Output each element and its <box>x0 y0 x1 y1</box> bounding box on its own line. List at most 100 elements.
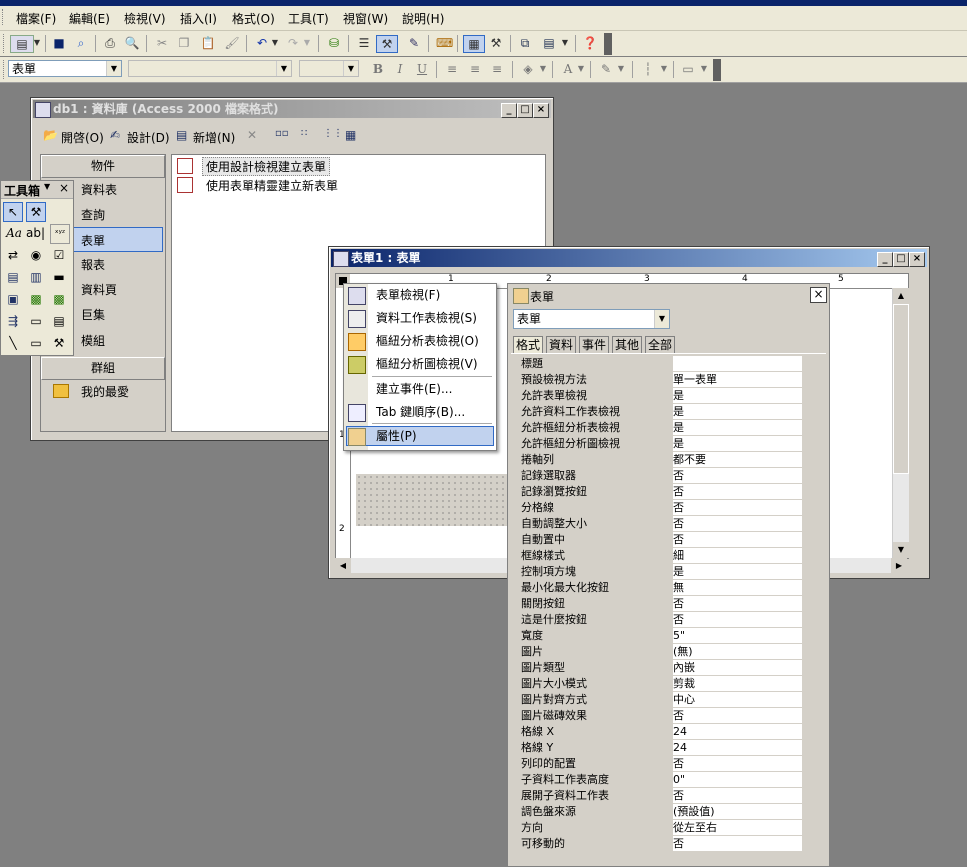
toolbox-toggle-icon[interactable]: ⚒ <box>376 35 398 53</box>
property-row[interactable]: 方向 從左至右 <box>511 820 802 836</box>
page-break-icon[interactable]: ⇶ <box>4 312 22 330</box>
property-value[interactable]: 是 <box>673 564 802 580</box>
property-sheet-titlebar[interactable]: 表單 × <box>510 286 827 304</box>
copy-icon[interactable]: ❐ <box>176 35 192 51</box>
property-value[interactable]: 否 <box>673 500 802 516</box>
property-value[interactable]: 無 <box>673 580 802 596</box>
property-value[interactable]: 0" <box>673 772 802 788</box>
new-object-dropdown-icon[interactable]: ▼ <box>561 35 569 51</box>
scroll-thumb[interactable] <box>893 304 909 474</box>
image-icon[interactable]: ▣ <box>4 290 22 308</box>
property-value[interactable]: (預設值) <box>673 804 802 820</box>
objects-header[interactable]: 物件 <box>41 155 165 178</box>
menu-item-form-view[interactable]: 表單檢視(F) <box>376 285 440 305</box>
align-right-icon[interactable]: ≡ <box>489 61 505 77</box>
database-window-icon[interactable]: ⧉ <box>517 35 533 51</box>
list-item[interactable]: 使用設計檢視建立表單 <box>202 157 331 176</box>
property-row[interactable]: 自動置中 否 <box>511 532 802 548</box>
maximize-button[interactable]: □ <box>517 103 533 118</box>
properties-list-icon[interactable]: ☰ <box>356 35 372 51</box>
property-row[interactable]: 寬度 5" <box>511 628 802 644</box>
italic-button[interactable]: I <box>392 61 408 77</box>
select-objects-icon[interactable]: ↖ <box>3 202 23 222</box>
property-row[interactable]: 圖片 (無) <box>511 644 802 660</box>
scroll-right-icon[interactable]: ▶ <box>891 558 907 573</box>
menu-window[interactable]: 視窗(W) <box>343 10 388 27</box>
property-value[interactable]: 是 <box>673 436 802 452</box>
fill-color-dropdown-icon[interactable]: ▼ <box>539 61 547 77</box>
toggle-button-icon[interactable]: ⇄ <box>4 246 22 264</box>
label-tool-icon[interactable]: Aa <box>5 224 23 242</box>
property-value[interactable]: 否 <box>673 612 802 628</box>
delete-icon[interactable]: ✕ <box>247 128 257 142</box>
form-window-titlebar[interactable]: 表單1 : 表單 _ □ × <box>331 249 927 267</box>
property-row[interactable]: 關閉按鈕 否 <box>511 596 802 612</box>
property-value[interactable]: 否 <box>673 484 802 500</box>
property-row[interactable]: 調色盤來源 (預設值) <box>511 804 802 820</box>
database-window-titlebar[interactable]: db1 : 資料庫 (Access 2000 檔案格式) _ □ × <box>33 100 551 118</box>
property-value[interactable]: 5" <box>673 628 802 644</box>
align-center-icon[interactable]: ≡ <box>467 61 483 77</box>
menu-format[interactable]: 格式(O) <box>232 10 275 27</box>
chevron-down-icon[interactable]: ▼ <box>276 61 291 76</box>
special-effect-icon[interactable]: ▭ <box>680 61 696 77</box>
chevron-down-icon[interactable]: ▼ <box>44 182 50 191</box>
code-icon[interactable]: ⌨ <box>436 35 453 51</box>
redo-icon[interactable]: ↷ <box>285 35 301 51</box>
property-row[interactable]: 捲軸列 都不要 <box>511 452 802 468</box>
property-row[interactable]: 可移動的 否 <box>511 836 802 852</box>
new-button[interactable]: 新增(N) <box>193 129 235 146</box>
groups-item-favorites[interactable]: 我的最愛 <box>81 383 129 400</box>
property-value[interactable] <box>673 356 802 372</box>
scroll-down-icon[interactable]: ▼ <box>893 542 909 558</box>
subform-icon[interactable]: ▤ <box>50 312 68 330</box>
close-button[interactable]: × <box>810 287 827 303</box>
property-value[interactable]: 是 <box>673 404 802 420</box>
details-icon[interactable]: ▦ <box>345 128 356 142</box>
menu-item-pivot-table-view[interactable]: 樞紐分析表檢視(O) <box>376 331 479 351</box>
property-value[interactable]: 否 <box>673 468 802 484</box>
property-value[interactable]: 否 <box>673 756 802 772</box>
property-value[interactable]: 24 <box>673 724 802 740</box>
property-value[interactable]: 否 <box>673 516 802 532</box>
special-effect-dropdown-icon[interactable]: ▼ <box>700 61 708 77</box>
field-list-icon[interactable]: ⛁ <box>326 35 342 51</box>
property-value[interactable]: 是 <box>673 388 802 404</box>
bound-object-frame-icon[interactable]: ▩ <box>50 290 68 308</box>
open-button[interactable]: 開啓(O) <box>61 129 104 146</box>
unbound-object-frame-icon[interactable]: ▩ <box>27 290 45 308</box>
property-row[interactable]: 列印的配置 否 <box>511 756 802 772</box>
objects-item-forms[interactable]: 表單 <box>81 232 105 249</box>
menu-item-datasheet-view[interactable]: 資料工作表檢視(S) <box>376 308 477 328</box>
property-row[interactable]: 圖片對齊方式 中心 <box>511 692 802 708</box>
font-size-combo[interactable]: ▼ <box>299 60 359 77</box>
menu-help[interactable]: 說明(H) <box>402 10 444 27</box>
close-button[interactable]: × <box>909 252 925 267</box>
property-value[interactable]: 從左至右 <box>673 820 802 836</box>
property-row[interactable]: 展開子資料工作表 否 <box>511 788 802 804</box>
property-value[interactable]: 否 <box>673 836 802 852</box>
cut-icon[interactable]: ✂ <box>154 35 170 51</box>
context-menu[interactable]: 表單檢視(F) 資料工作表檢視(S) 樞紐分析表檢視(O) 樞紐分析圖檢視(V)… <box>343 283 497 451</box>
property-row[interactable]: 允許樞紐分析圖檢視 是 <box>511 436 802 452</box>
command-button-icon[interactable]: ▬ <box>50 268 68 286</box>
more-controls-icon[interactable]: ⚒ <box>50 334 68 352</box>
redo-dropdown-icon[interactable]: ▼ <box>303 35 311 51</box>
menu-file[interactable]: 檔案(F) <box>16 10 56 27</box>
objects-item-reports[interactable]: 報表 <box>81 256 105 273</box>
object-combo[interactable]: 表單 ▼ <box>8 60 122 77</box>
property-row[interactable]: 分格線 否 <box>511 500 802 516</box>
menu-item-pivot-chart-view[interactable]: 樞紐分析圖檢視(V) <box>376 354 478 374</box>
check-box-icon[interactable]: ☑ <box>50 246 68 264</box>
property-value[interactable]: 內嵌 <box>673 660 802 676</box>
property-row[interactable]: 允許表單檢視 是 <box>511 388 802 404</box>
property-row[interactable]: 自動調整大小 否 <box>511 516 802 532</box>
bold-button[interactable]: B <box>370 61 386 77</box>
autoformat-icon[interactable]: ✎ <box>406 35 422 51</box>
groups-header[interactable]: 群組 <box>41 357 165 380</box>
view-dropdown-icon[interactable]: ▼ <box>33 35 41 51</box>
font-color-button[interactable]: A <box>560 61 576 77</box>
property-row[interactable]: 圖片大小模式 剪裁 <box>511 676 802 692</box>
property-value[interactable]: 否 <box>673 596 802 612</box>
tab-control-icon[interactable]: ▭ <box>27 312 45 330</box>
